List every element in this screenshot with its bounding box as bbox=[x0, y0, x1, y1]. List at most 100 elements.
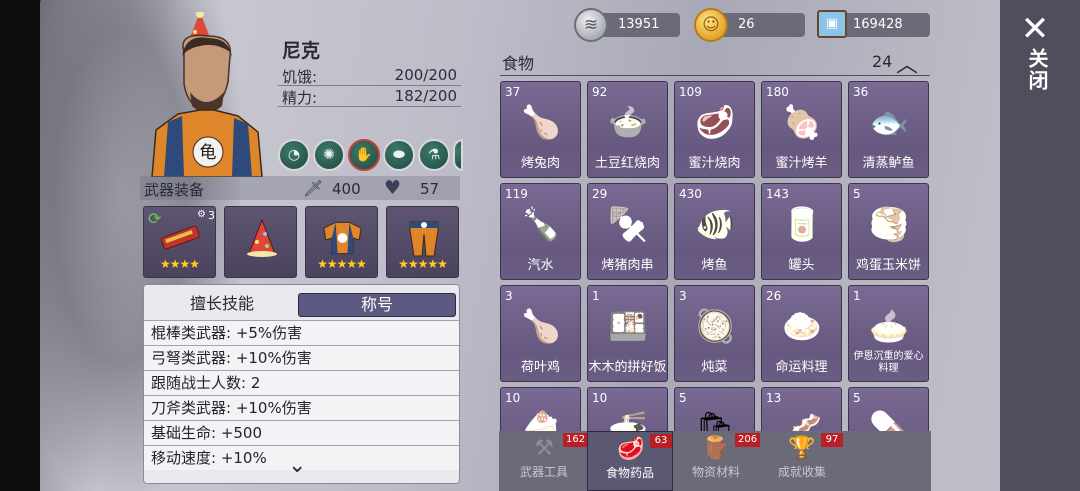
item-name: 炖菜 bbox=[701, 360, 728, 375]
food-item[interactable]: 29 🍢 烤猪肉串 bbox=[587, 183, 668, 280]
firecracker-weapon-icon bbox=[158, 219, 203, 257]
tab-skills[interactable]: 擅长技能 bbox=[144, 291, 300, 317]
more-buff-icon[interactable] bbox=[453, 139, 463, 171]
axe-icon: ⚒ bbox=[534, 436, 554, 461]
tab-label: 成就收集 bbox=[777, 465, 826, 479]
rating-stars: ★★★★ bbox=[159, 257, 200, 271]
close-icon[interactable]: ✕ bbox=[1020, 12, 1050, 46]
weapon-equipment-title: 武器装备 bbox=[144, 181, 205, 199]
inventory-screen: ≋ 13951 ☺ 26 ▣ 169428 ✕ 关闭 龟 尼克 饥饿: 200/… bbox=[0, 0, 1080, 491]
equip-slot-pants[interactable]: ★★★★★ bbox=[386, 206, 459, 278]
sparkle-face-buff-icon[interactable]: ✺ bbox=[313, 139, 345, 171]
close-button-label[interactable]: 关闭 bbox=[1022, 48, 1049, 92]
skill-row: 棍棒类武器: +5%伤害 bbox=[144, 320, 459, 345]
rating-stars: ★★★★★ bbox=[317, 257, 367, 271]
food-item[interactable]: 119 🍾 汽水 bbox=[500, 183, 581, 280]
photo-icon: ▣ bbox=[817, 10, 847, 38]
hero-name: 尼克 bbox=[282, 40, 321, 62]
photos-counter: ▣ 169428 bbox=[817, 10, 930, 38]
meat-icon: 🥩 bbox=[617, 437, 645, 462]
lotus-chicken-icon: 🍗 bbox=[521, 307, 561, 345]
skill-row: 跟随战士人数: 2 bbox=[144, 370, 459, 395]
cans-counter: ≋ 13951 bbox=[574, 8, 680, 42]
soda-bottle-icon: 🍾 bbox=[521, 205, 561, 243]
food-item[interactable]: 5 🥞 鸡蛋玉米饼 bbox=[848, 183, 929, 280]
stone-buff-icon[interactable]: ⬬ bbox=[383, 139, 415, 171]
skill-row: 弓弩类武器: +10%伤害 bbox=[144, 345, 459, 370]
coins-value: 26 bbox=[738, 17, 755, 32]
food-item[interactable]: 3 🥘 炖菜 bbox=[674, 285, 755, 382]
skill-row: 刀斧类武器: +10%伤害 bbox=[144, 395, 459, 420]
item-name: 汽水 bbox=[527, 258, 554, 273]
food-item[interactable]: 430 🐠 烤鱼 bbox=[674, 183, 755, 280]
food-item[interactable]: 92 🍲 土豆红烧肉 bbox=[587, 81, 668, 178]
item-name: 命运料理 bbox=[775, 360, 828, 375]
can-stack-icon: ≋ bbox=[574, 8, 608, 42]
item-qty: 119 bbox=[505, 187, 528, 201]
item-name: 蜜汁烤羊 bbox=[775, 156, 828, 171]
left-edge bbox=[0, 0, 40, 491]
tab-achievements[interactable]: 🏆 成就收集 97 bbox=[759, 431, 845, 491]
roast-rabbit-icon: 🍗 bbox=[521, 103, 561, 141]
item-qty: 1 bbox=[592, 289, 600, 303]
photos-value: 169428 bbox=[853, 17, 903, 32]
item-qty: 5 bbox=[853, 187, 861, 201]
food-item[interactable]: 3 🍗 荷叶鸡 bbox=[500, 285, 581, 382]
tab-label: 武器工具 bbox=[519, 465, 568, 479]
item-name: 土豆红烧肉 bbox=[594, 156, 660, 171]
heart-icon: ♥ bbox=[384, 177, 402, 199]
tab-materials[interactable]: 🪵 物资材料 206 bbox=[673, 431, 761, 491]
attack-value: 400 bbox=[332, 180, 361, 198]
stomach-buff-icon[interactable]: ◔ bbox=[278, 139, 310, 171]
item-name: 罐头 bbox=[788, 258, 815, 273]
party-hat-item-icon bbox=[239, 218, 284, 257]
skewer-icon: 🍢 bbox=[608, 205, 648, 243]
food-item[interactable]: 36 🐟 清蒸鲈鱼 bbox=[848, 81, 929, 178]
item-name: 烤猪肉串 bbox=[601, 258, 654, 273]
count-badge: 206 bbox=[735, 433, 761, 447]
item-qty: 3 bbox=[679, 289, 687, 303]
item-name: 烤鱼 bbox=[701, 258, 728, 273]
trophy-icon: 🏆 bbox=[788, 436, 816, 461]
hunger-value: 200/200 bbox=[394, 66, 457, 84]
steamed-fish-icon: 🐟 bbox=[869, 103, 909, 141]
chevron-down-icon[interactable]: ⌄ bbox=[288, 453, 306, 478]
bento-icon: 🍱 bbox=[608, 307, 648, 345]
tab-food-medicine[interactable]: 🥩 食物药品 63 bbox=[587, 431, 673, 491]
item-name: 蜜汁烧肉 bbox=[688, 156, 741, 171]
orange-pants-icon bbox=[401, 219, 446, 257]
food-item[interactable]: 26 🍛 命运料理 bbox=[761, 285, 842, 382]
item-name: 清蒸鲈鱼 bbox=[862, 156, 915, 171]
food-item[interactable]: 37 🍗 烤兔肉 bbox=[500, 81, 581, 178]
food-item[interactable]: 1 🥧 伊恩沉重的爱心料理 bbox=[848, 285, 929, 382]
can-icon: 🥫 bbox=[782, 205, 822, 243]
food-item[interactable]: 109 🥩 蜜汁烧肉 bbox=[674, 81, 755, 178]
food-item[interactable]: 143 🥫 罐头 bbox=[761, 183, 842, 280]
roast-lamb-icon: 🍖 bbox=[782, 103, 822, 141]
food-item[interactable]: 1 🍱 木木的拼好饭 bbox=[587, 285, 668, 382]
item-qty: 430 bbox=[679, 187, 702, 201]
food-item[interactable]: 180 🍖 蜜汁烤羊 bbox=[761, 81, 842, 178]
item-qty: 92 bbox=[592, 85, 608, 99]
hand-buff-icon[interactable]: ✋ bbox=[348, 139, 380, 171]
item-qty: 3 bbox=[505, 289, 513, 303]
energy-value: 182/200 bbox=[394, 87, 457, 105]
equip-slot-shirt[interactable]: ★★★★★ bbox=[305, 206, 378, 278]
hunger-label: 饥饿: bbox=[282, 68, 318, 86]
tab-weapons-tools[interactable]: ⚒ 武器工具 162 bbox=[501, 431, 589, 491]
item-name: 鸡蛋玉米饼 bbox=[855, 258, 921, 273]
item-qty: 10 bbox=[592, 391, 608, 405]
svg-text:龟: 龟 bbox=[200, 143, 217, 163]
braised-pork-icon: 🍲 bbox=[608, 103, 648, 141]
food-section-title: 食物 bbox=[502, 54, 535, 73]
count-badge: 162 bbox=[563, 433, 589, 447]
tab-title[interactable]: 称号 bbox=[298, 293, 456, 317]
equip-slot-hat[interactable] bbox=[224, 206, 297, 278]
coins-counter: ☺ 26 bbox=[694, 8, 805, 42]
hunger-stat: 饥饿: 200/200 bbox=[278, 66, 461, 86]
bottle-buff-icon[interactable]: ⚗ bbox=[418, 139, 450, 171]
item-name: 荷叶鸡 bbox=[520, 360, 560, 375]
smiley-coin-icon: ☺ bbox=[694, 8, 728, 42]
equip-slot-weapon[interactable]: ⟳ ⚙ 3 ★★★★ bbox=[143, 206, 216, 278]
item-qty: 5 bbox=[679, 391, 687, 405]
